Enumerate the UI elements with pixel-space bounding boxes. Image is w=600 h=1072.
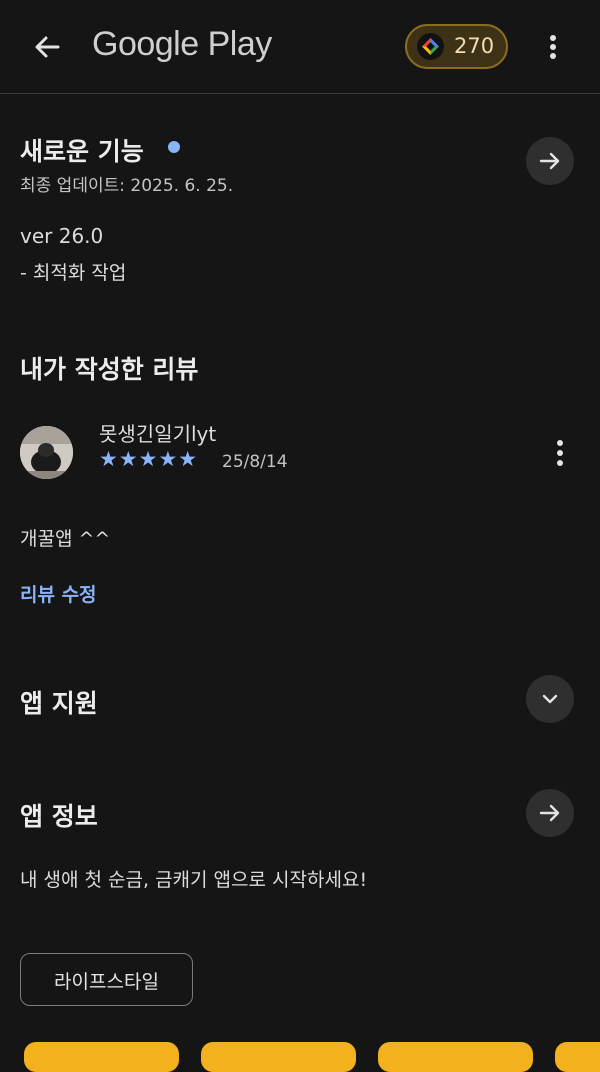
top-app-bar: Google Play 270 (0, 0, 600, 94)
my-review-title: 내가 작성한 리뷰 (20, 355, 199, 384)
app-info-title: 앱 정보 (20, 802, 98, 831)
app-support-title: 앱 지원 (20, 689, 98, 718)
category-chip[interactable]: 라이프스타일 (20, 953, 193, 1006)
overflow-menu-button[interactable] (536, 28, 570, 66)
whats-new-open-button[interactable] (526, 137, 574, 185)
screenshot-thumbnail[interactable] (555, 1042, 600, 1072)
release-note: - 최적화 작업 (20, 262, 127, 284)
avatar (20, 426, 73, 479)
review-text: 개꿀앱 ^^ (20, 528, 111, 550)
screenshot-thumbnail[interactable] (24, 1042, 179, 1072)
new-indicator-dot (168, 141, 180, 153)
chevron-down-icon (542, 694, 558, 704)
arrow-forward-icon (539, 152, 560, 170)
arrow-back-icon (35, 36, 60, 58)
version-text: ver 26.0 (20, 224, 104, 248)
more-vert-icon (550, 35, 556, 59)
category-chip-label: 라이프스타일 (54, 971, 159, 993)
more-vert-icon (557, 440, 563, 466)
arrow-forward-icon (539, 804, 560, 822)
edit-review-link[interactable]: 리뷰 수정 (20, 580, 97, 607)
rating-stars: ★★★★★ (99, 447, 198, 471)
play-points-badge[interactable]: 270 (405, 24, 508, 69)
star-icon: ★★★★★ (99, 447, 199, 471)
back-button[interactable] (28, 28, 66, 66)
whats-new-title: 새로운 기능 (20, 137, 144, 166)
review-author: 못생긴일기lyt (99, 422, 217, 446)
last-updated-date: 최종 업데이트: 2025. 6. 25. (20, 176, 234, 196)
app-info-open-button[interactable] (526, 789, 574, 837)
review-date: 25/8/14 (222, 452, 288, 472)
app-description: 내 생애 첫 순금, 금캐기 앱으로 시작하세요! (20, 869, 368, 891)
screenshot-thumbnail[interactable] (201, 1042, 356, 1072)
screenshot-thumbnail[interactable] (378, 1042, 533, 1072)
review-more-button[interactable] (546, 436, 574, 470)
play-points-icon (417, 33, 444, 60)
points-count: 270 (454, 34, 495, 58)
app-support-expand-button[interactable] (526, 675, 574, 723)
app-title: Google Play (92, 25, 272, 63)
